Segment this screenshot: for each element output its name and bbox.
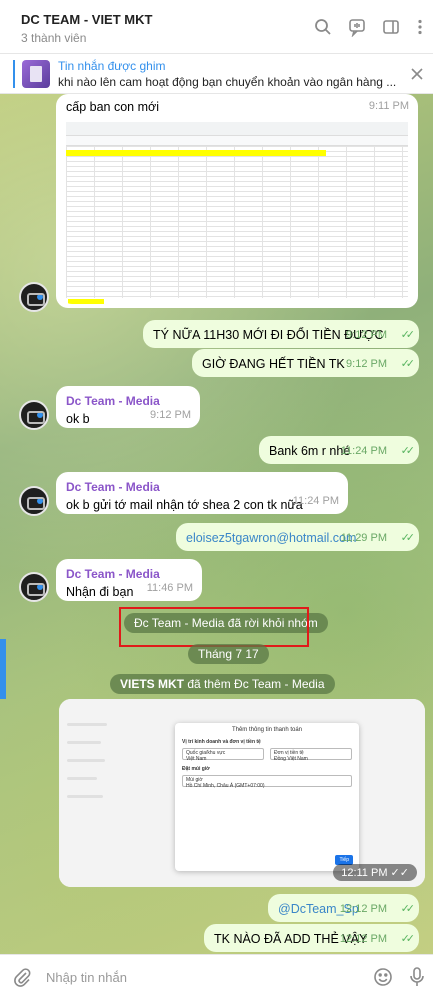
- chat-title[interactable]: DC TEAM - VIET MKT: [21, 12, 152, 27]
- image-timestamp: 12:11 PM ✓✓: [333, 864, 417, 881]
- chat-header: DC TEAM - VIET MKT 3 thành viên: [0, 0, 433, 54]
- read-checkmarks-icon: ✓✓: [400, 933, 416, 945]
- message-time: 11:24 PM: [292, 495, 339, 507]
- message-text: Bank 6m r nhé: [269, 444, 351, 458]
- message-outgoing[interactable]: GIỜ ĐANG HẾT TIỀN TK 9:12 PM ✓✓: [192, 349, 419, 377]
- message-incoming[interactable]: Dc Team - Media ok b gửi tớ mail nhận tớ…: [56, 472, 348, 514]
- read-checkmarks-icon: ✓✓: [400, 903, 416, 915]
- avatar[interactable]: [19, 486, 49, 516]
- system-added-text: đã thêm Đc Team - Media: [184, 677, 325, 691]
- message-outgoing[interactable]: TÝ NỮA 11H30 MỚI ĐI ĐỔI TIỀN ĐƯỢC 9:12 P…: [143, 320, 419, 348]
- currency-value: Đồng Việt Nam: [274, 756, 308, 762]
- avatar[interactable]: [19, 400, 49, 430]
- pinned-title: Tin nhắn được ghim: [58, 59, 166, 73]
- message-outgoing[interactable]: @DcTeam_Sp 12:12 PM ✓✓: [268, 894, 419, 922]
- voice-chat-icon[interactable]: [347, 17, 367, 38]
- message-outgoing[interactable]: TK NÀO ĐÃ ADD THẺ VẬY 12:12 PM ✓✓: [204, 924, 419, 952]
- pinned-thumbnail: [22, 60, 50, 88]
- spreadsheet-preview: [66, 122, 408, 304]
- message-composer: [0, 954, 433, 998]
- message-input[interactable]: [46, 965, 346, 989]
- dialog-title: Thêm thông tin thanh toán: [231, 727, 303, 733]
- pinned-text: khi nào lên cam hoạt động bạn chuyển kho…: [58, 75, 397, 89]
- more-vertical-icon[interactable]: [410, 17, 430, 37]
- date-separator: Tháng 7 17: [188, 644, 269, 664]
- mic-icon[interactable]: [407, 966, 427, 988]
- system-message-added: VIETS MKT đã thêm Đc Team - Media: [110, 674, 335, 694]
- email-link[interactable]: eloisez5tgawron@hotmail.com: [186, 531, 356, 545]
- message-time: 11:24 PM: [340, 445, 387, 457]
- pinned-indicator: [13, 60, 15, 88]
- spreadsheet-image[interactable]: [60, 116, 414, 304]
- read-checkmarks-icon: ✓✓: [400, 445, 416, 457]
- message-incoming[interactable]: Dc Team - Media Nhận đi bạn 11:46 PM: [56, 559, 202, 601]
- search-icon[interactable]: [313, 17, 333, 37]
- country-value: Việt Nam: [186, 756, 207, 762]
- message-outgoing[interactable]: eloisez5tgawron@hotmail.com 11:29 PM ✓✓: [176, 523, 419, 551]
- member-count[interactable]: 3 thành viên: [21, 31, 86, 45]
- sidebar-toggle-icon[interactable]: [381, 17, 401, 37]
- avatar[interactable]: [19, 282, 49, 312]
- message-time: 12:12 PM: [339, 933, 387, 945]
- close-icon[interactable]: [409, 66, 425, 82]
- message-time: 9:12 PM: [346, 329, 387, 341]
- scroll-indicator: [0, 639, 6, 699]
- system-actor[interactable]: VIETS MKT: [120, 677, 184, 691]
- read-checkmarks-icon: ✓✓: [400, 532, 416, 544]
- message-text: cấp ban con mới: [66, 100, 159, 114]
- form-screenshot-message[interactable]: Thêm thông tin thanh toán Vị trí kinh do…: [59, 699, 425, 887]
- message-time: 12:12 PM: [339, 903, 387, 915]
- message-time: 9:12 PM: [346, 358, 387, 370]
- read-checkmarks-icon: ✓✓: [400, 329, 416, 341]
- message-outgoing[interactable]: Bank 6m r nhé 11:24 PM ✓✓: [259, 436, 419, 464]
- message-time: 11:29 PM: [340, 532, 387, 544]
- billing-dialog-preview: Thêm thông tin thanh toán Vị trí kinh do…: [175, 723, 359, 871]
- message-list[interactable]: cấp ban con mới 9:11 PM TÝ NỮA 11H30 MỚI…: [0, 94, 433, 954]
- read-checkmarks-icon: ✓✓: [400, 358, 416, 370]
- message-incoming[interactable]: Dc Team - Media ok b 9:12 PM: [56, 386, 200, 428]
- message-text: GIỜ ĐANG HẾT TIỀN TK: [202, 357, 345, 371]
- message-with-image[interactable]: cấp ban con mới 9:11 PM: [56, 94, 418, 308]
- message-time: 9:11 PM: [368, 100, 409, 112]
- message-time: 9:12 PM: [150, 409, 191, 421]
- message-text: ok b gửi tớ mail nhận tớ shea 2 con tk n…: [66, 498, 303, 512]
- pinned-message-bar[interactable]: Tin nhắn được ghim khi nào lên cam hoạt …: [0, 54, 433, 94]
- highlight-box: [119, 607, 309, 647]
- attach-icon[interactable]: [12, 967, 32, 987]
- avatar[interactable]: [19, 572, 49, 602]
- message-text: ok b: [66, 412, 90, 426]
- dialog-section-timezone: Đặt múi giờ: [182, 766, 210, 772]
- message-time: 11:46 PM: [146, 582, 193, 594]
- timezone-value: Hồ Chí Minh, Châu Á (GMT+07:00): [186, 783, 265, 789]
- message-text: Nhận đi bạn: [66, 585, 134, 599]
- emoji-icon[interactable]: [373, 967, 393, 987]
